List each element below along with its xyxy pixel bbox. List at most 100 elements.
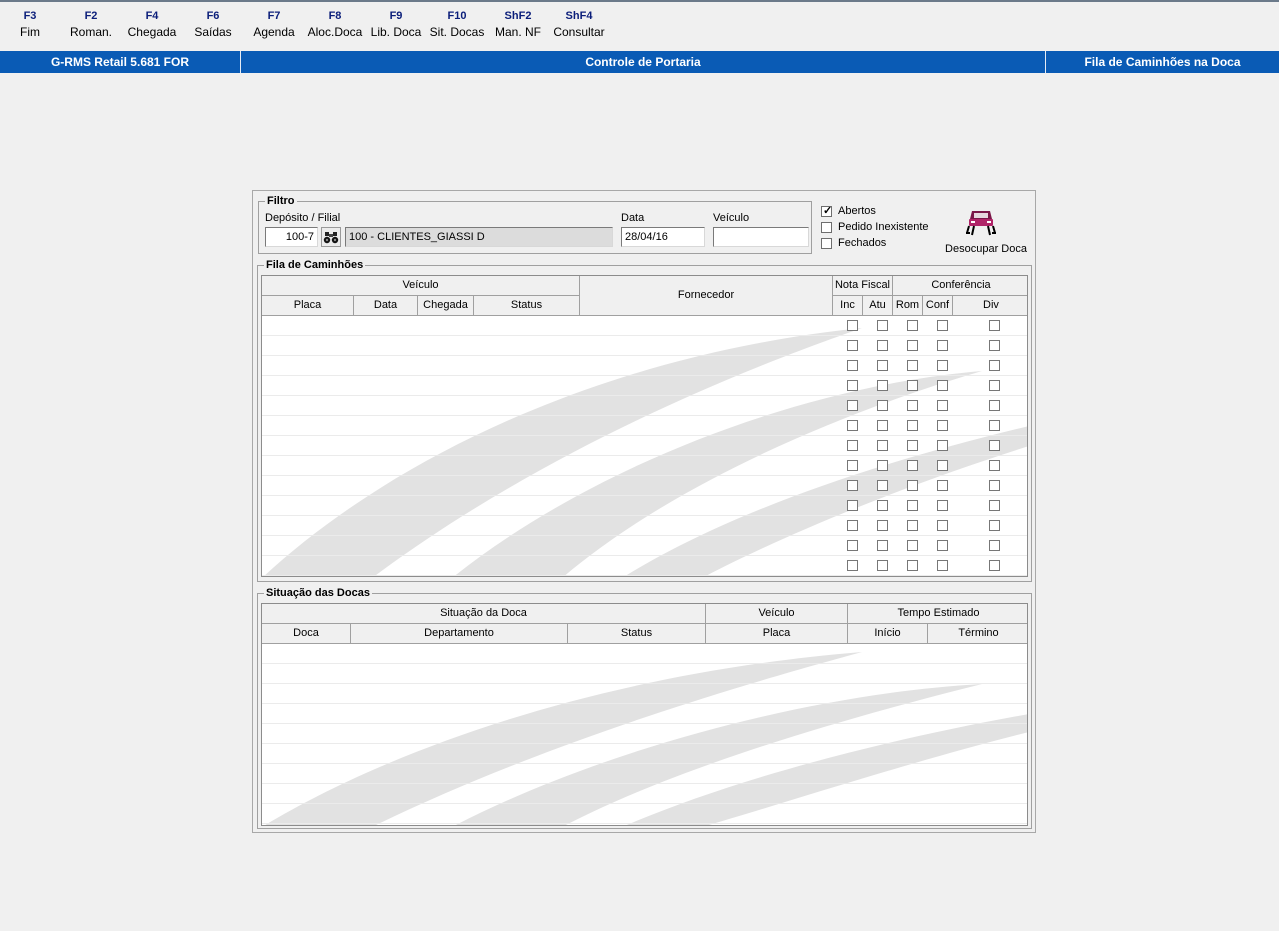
- fkey-f9-lib-doca[interactable]: F9 Lib. Doca: [364, 8, 428, 40]
- row-checkbox[interactable]: [937, 440, 948, 451]
- row-checkbox[interactable]: [937, 480, 948, 491]
- row-checkbox[interactable]: [847, 320, 858, 331]
- fkey-f2-roman[interactable]: F2 Roman.: [59, 8, 123, 40]
- row-checkbox[interactable]: [877, 440, 888, 451]
- row-checkbox[interactable]: [907, 340, 918, 351]
- deposito-input[interactable]: [265, 227, 318, 247]
- fkey-f10-sit-docas[interactable]: F10 Sit. Docas: [425, 8, 489, 40]
- row-checkbox[interactable]: [907, 560, 918, 571]
- row-checkbox[interactable]: [907, 360, 918, 371]
- header-conf[interactable]: Conf: [923, 296, 953, 316]
- header-placa[interactable]: Placa: [706, 624, 848, 644]
- row-checkbox[interactable]: [847, 480, 858, 491]
- header-data[interactable]: Data: [354, 296, 418, 316]
- pedido-inexistente-label[interactable]: Pedido Inexistente: [838, 221, 929, 234]
- row-checkbox[interactable]: [847, 340, 858, 351]
- row-checkbox[interactable]: [989, 320, 1000, 331]
- row-checkbox[interactable]: [937, 520, 948, 531]
- row-checkbox[interactable]: [847, 540, 858, 551]
- row-checkbox[interactable]: [989, 460, 1000, 471]
- row-checkbox[interactable]: [907, 380, 918, 391]
- fechados-checkbox[interactable]: [821, 238, 832, 249]
- fkey-f6-saidas[interactable]: F6 Saídas: [181, 8, 245, 40]
- header-chegada[interactable]: Chegada: [418, 296, 474, 316]
- row-checkbox[interactable]: [989, 480, 1000, 491]
- row-checkbox[interactable]: [877, 320, 888, 331]
- row-checkbox[interactable]: [937, 340, 948, 351]
- pedido-inexistente-checkbox[interactable]: [821, 222, 832, 233]
- desocupar-doca-label[interactable]: Desocupar Doca: [943, 243, 1029, 255]
- header-placa[interactable]: Placa: [262, 296, 354, 316]
- row-checkbox[interactable]: [937, 500, 948, 511]
- row-checkbox[interactable]: [847, 360, 858, 371]
- binoculars-icon[interactable]: [321, 227, 341, 247]
- abertos-checkbox[interactable]: ✓: [821, 205, 832, 217]
- row-checkbox[interactable]: [847, 380, 858, 391]
- row-checkbox[interactable]: [989, 560, 1000, 571]
- row-checkbox[interactable]: [989, 440, 1000, 451]
- header-div[interactable]: Div: [953, 296, 1027, 316]
- row-checkbox[interactable]: [847, 560, 858, 571]
- row-checkbox[interactable]: [907, 440, 918, 451]
- row-checkbox[interactable]: [847, 460, 858, 471]
- row-checkbox[interactable]: [937, 400, 948, 411]
- header-status[interactable]: Status: [568, 624, 706, 644]
- header-doca[interactable]: Doca: [262, 624, 351, 644]
- row-checkbox[interactable]: [877, 340, 888, 351]
- row-checkbox[interactable]: [877, 560, 888, 571]
- row-checkbox[interactable]: [907, 320, 918, 331]
- row-checkbox[interactable]: [937, 460, 948, 471]
- fkey-f7-agenda[interactable]: F7 Agenda: [242, 8, 306, 40]
- row-checkbox[interactable]: [847, 500, 858, 511]
- row-checkbox[interactable]: [989, 340, 1000, 351]
- row-checkbox[interactable]: [989, 540, 1000, 551]
- row-checkbox[interactable]: [907, 420, 918, 431]
- row-checkbox[interactable]: [877, 380, 888, 391]
- row-checkbox[interactable]: [847, 440, 858, 451]
- header-atu[interactable]: Atu: [863, 296, 893, 316]
- header-departamento[interactable]: Departamento: [351, 624, 568, 644]
- row-checkbox[interactable]: [877, 480, 888, 491]
- row-checkbox[interactable]: [847, 520, 858, 531]
- row-checkbox[interactable]: [907, 540, 918, 551]
- veiculo-input[interactable]: [713, 227, 809, 247]
- abertos-label[interactable]: Abertos: [838, 205, 876, 218]
- row-checkbox[interactable]: [907, 460, 918, 471]
- row-checkbox[interactable]: [989, 360, 1000, 371]
- fechados-label[interactable]: Fechados: [838, 237, 886, 250]
- row-checkbox[interactable]: [907, 480, 918, 491]
- row-checkbox[interactable]: [937, 540, 948, 551]
- header-fornecedor[interactable]: Fornecedor: [580, 276, 833, 316]
- fkey-f3-fim[interactable]: F3 Fim: [0, 8, 62, 40]
- truck-icon[interactable]: [966, 205, 996, 237]
- row-checkbox[interactable]: [877, 500, 888, 511]
- row-checkbox[interactable]: [989, 380, 1000, 391]
- header-inc[interactable]: Inc: [833, 296, 863, 316]
- row-checkbox[interactable]: [907, 500, 918, 511]
- row-checkbox[interactable]: [937, 560, 948, 571]
- header-inicio[interactable]: Início: [848, 624, 928, 644]
- row-checkbox[interactable]: [877, 360, 888, 371]
- row-checkbox[interactable]: [937, 420, 948, 431]
- row-checkbox[interactable]: [989, 500, 1000, 511]
- header-status[interactable]: Status: [474, 296, 580, 316]
- fkey-shf2-man-nf[interactable]: ShF2 Man. NF: [486, 8, 550, 40]
- fkey-shf4-consultar[interactable]: ShF4 Consultar: [547, 8, 611, 40]
- row-checkbox[interactable]: [937, 360, 948, 371]
- row-checkbox[interactable]: [937, 320, 948, 331]
- data-input[interactable]: [621, 227, 705, 247]
- row-checkbox[interactable]: [877, 520, 888, 531]
- row-checkbox[interactable]: [877, 400, 888, 411]
- header-termino[interactable]: Término: [928, 624, 1027, 644]
- header-rom[interactable]: Rom: [893, 296, 923, 316]
- row-checkbox[interactable]: [907, 400, 918, 411]
- row-checkbox[interactable]: [877, 540, 888, 551]
- row-checkbox[interactable]: [847, 400, 858, 411]
- row-checkbox[interactable]: [937, 380, 948, 391]
- row-checkbox[interactable]: [877, 420, 888, 431]
- fkey-f4-chegada[interactable]: F4 Chegada: [120, 8, 184, 40]
- row-checkbox[interactable]: [907, 520, 918, 531]
- fkey-f8-aloc-doca[interactable]: F8 Aloc.Doca: [303, 8, 367, 40]
- row-checkbox[interactable]: [989, 400, 1000, 411]
- row-checkbox[interactable]: [989, 520, 1000, 531]
